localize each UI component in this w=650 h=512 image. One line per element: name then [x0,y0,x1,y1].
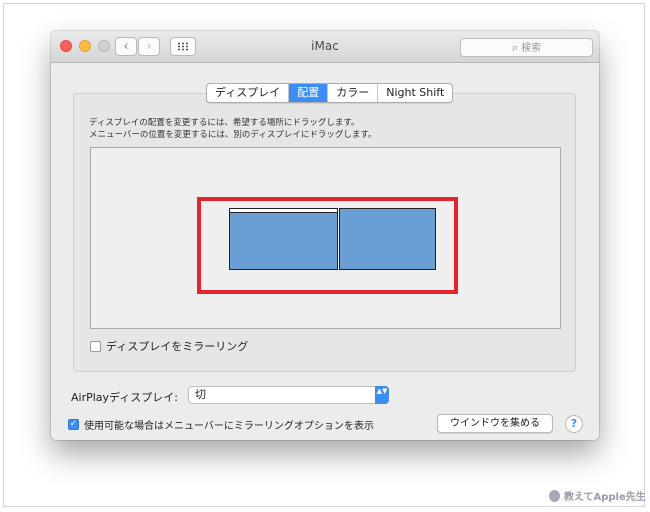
show-mirroring-options-checkbox[interactable]: ✓ [68,419,79,430]
show-mirroring-options-label: 使用可能な場合はメニューバーにミラーリングオプションを表示 [84,421,374,432]
forward-button[interactable]: › [138,37,160,56]
annotation-highlight-box [197,197,458,294]
search-placeholder: 検索 [521,43,542,54]
mirror-displays-checkbox[interactable] [90,340,101,352]
search-field[interactable]: ⌕ 検索 [460,38,593,57]
tab-night-shift[interactable]: Night Shift [378,84,452,102]
help-button[interactable]: ? [565,415,583,433]
back-button[interactable]: ‹ [115,37,137,56]
close-window-button[interactable] [60,40,72,52]
watermark: 教えてApple先生 [549,488,646,503]
airplay-display-value: 切 [195,388,206,401]
tab-bar: ディスプレイ 配置 カラー Night Shift [206,83,454,103]
instruction-line-1: ディスプレイの配置を変更するには、希望する場所にドラッグします。 [89,118,360,128]
titlebar: ‹ › iMac ⌕ 検索 [51,31,599,63]
mirror-displays-row[interactable]: ディスプレイをミラーリング [90,338,248,354]
show-all-button[interactable] [170,37,196,56]
search-icon: ⌕ [511,41,519,54]
display-arrangement-area [90,147,561,329]
window-title: iMac [311,39,339,53]
mirror-displays-label: ディスプレイをミラーリング [106,340,249,353]
chevron-right-icon: › [146,39,152,53]
updown-arrow-icon: ▲▼ [375,386,389,404]
gather-windows-button[interactable]: ウインドウを集める [437,414,553,433]
minimize-window-button[interactable] [79,40,91,52]
preferences-window: ‹ › iMac ⌕ 検索 ディスプレイ 配置 カラー Night Shift デ… [51,31,599,440]
arrangement-instructions: ディスプレイの配置を変更するには、希望する場所にドラッグします。 メニューバーの… [89,117,376,141]
tab-display[interactable]: ディスプレイ [207,84,290,102]
grid-icon [177,42,189,51]
show-mirroring-options-row[interactable]: ✓ 使用可能な場合はメニューバーにミラーリングオプションを表示 [68,417,374,432]
airplay-display-select[interactable]: 切 ▲▼ [188,386,389,404]
airplay-display-label: AirPlayディスプレイ: [71,391,178,404]
apple-logo-icon [549,489,560,502]
tab-arrangement[interactable]: 配置 [289,84,329,102]
tab-color[interactable]: カラー [328,84,379,102]
watermark-text: 教えてApple先生 [564,492,646,503]
instruction-line-2: メニューバーの位置を変更するには、別のディスプレイにドラッグします。 [89,130,377,140]
chevron-left-icon: ‹ [123,39,129,53]
zoom-window-button[interactable] [98,40,110,52]
